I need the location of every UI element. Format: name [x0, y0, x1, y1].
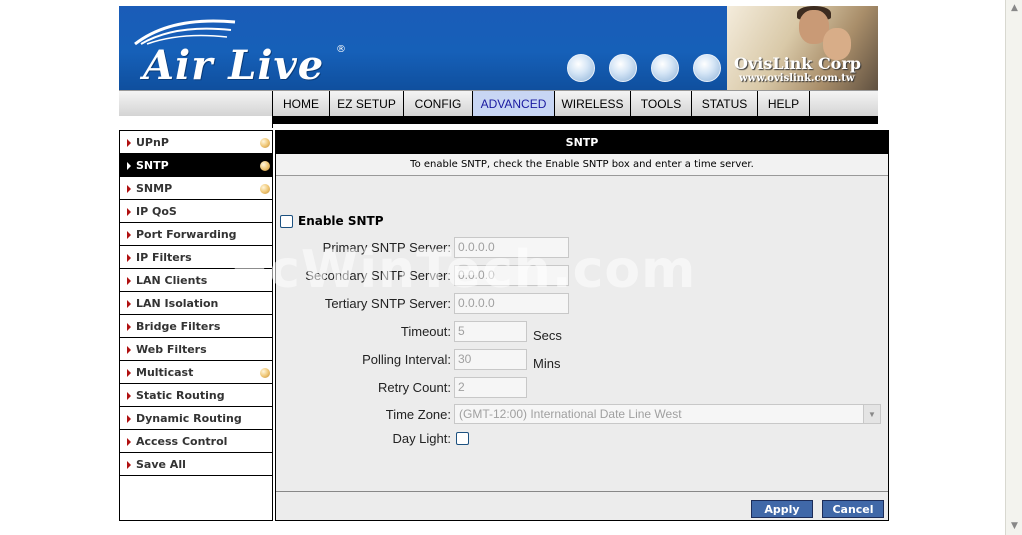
arrow-icon [127, 415, 131, 423]
tertiary-server-input[interactable]: 0.0.0.0 [454, 292, 569, 314]
enable-sntp-label: Enable SNTP [298, 214, 384, 228]
timezone-row: Time Zone: (GMT-12:00) International Dat… [276, 403, 881, 425]
primary-server-input[interactable]: 0.0.0.0 [454, 236, 569, 258]
page: Air Live ® OvisLink Corp www.ovislink.co… [0, 0, 1022, 535]
tab-status[interactable]: STATUS [692, 91, 758, 116]
daylight-label: Day Light: [392, 430, 451, 446]
status-dot-icon [260, 368, 270, 378]
globe-icon [609, 54, 637, 82]
arrow-icon [127, 231, 131, 239]
retry-input[interactable]: 2 [454, 376, 527, 398]
tab-ez-setup[interactable]: EZ SETUP [330, 91, 404, 116]
sidebar-item-ip-filters[interactable]: IP Filters [120, 246, 272, 269]
globe-icon [651, 54, 679, 82]
primary-server-label: Primary SNTP Server: [322, 239, 451, 255]
sidebar-item-snmp[interactable]: SNMP [120, 177, 272, 200]
scroll-up-icon[interactable]: ▲ [1008, 2, 1021, 15]
registered-mark: ® [336, 44, 346, 55]
company-name: OvisLink Corp [734, 54, 861, 73]
retry-row: Retry Count: 2 [276, 376, 527, 398]
arrow-icon [127, 277, 131, 285]
brand-logo: Air Live [143, 42, 325, 89]
polling-unit: Mins [533, 355, 561, 371]
arrow-icon [127, 346, 131, 354]
sidebar-item-static-routing[interactable]: Static Routing [120, 384, 272, 407]
sidebar-item-dynamic-routing[interactable]: Dynamic Routing [120, 407, 272, 430]
arrow-icon [127, 139, 131, 147]
timeout-row: Timeout: 5 Secs [276, 320, 562, 343]
timeout-input[interactable]: 5 [454, 320, 527, 342]
action-bar: Apply Cancel [276, 491, 888, 520]
primary-server-row: Primary SNTP Server: 0.0.0.0 [276, 236, 569, 258]
timezone-value: (GMT-12:00) International Date Line West [459, 407, 682, 421]
apply-button[interactable]: Apply [751, 500, 813, 518]
tab-wireless[interactable]: WIRELESS [555, 91, 631, 116]
window-scrollbar[interactable]: ▲ ▼ [1005, 0, 1022, 535]
tab-help[interactable]: HELP [758, 91, 810, 116]
tab-tools[interactable]: TOOLS [631, 91, 692, 116]
secondary-server-row: Secondary SNTP Server: 0.0.0.0 [276, 264, 569, 286]
globe-icon [693, 54, 721, 82]
sidebar-item-port-forwarding[interactable]: Port Forwarding [120, 223, 272, 246]
polling-label: Polling Interval: [362, 351, 451, 367]
secondary-server-label: Secondary SNTP Server: [305, 267, 451, 283]
arrow-icon [127, 461, 131, 469]
sidebar-item-bridge-filters[interactable]: Bridge Filters [120, 315, 272, 338]
tab-home[interactable]: HOME [273, 91, 330, 116]
enable-sntp-row: Enable SNTP [280, 214, 384, 228]
status-dot-icon [260, 161, 270, 171]
arrow-icon [127, 438, 131, 446]
tertiary-server-label: Tertiary SNTP Server: [324, 295, 451, 311]
arrow-icon [127, 162, 131, 170]
arrow-icon [127, 208, 131, 216]
cancel-button[interactable]: Cancel [822, 500, 884, 518]
header-banner: Air Live ® OvisLink Corp www.ovislink.co… [119, 6, 878, 90]
sidebar-item-lan-isolation[interactable]: LAN Isolation [120, 292, 272, 315]
chevron-down-icon[interactable]: ▼ [863, 405, 880, 423]
retry-label: Retry Count: [378, 379, 451, 395]
sidebar: UPnP SNTP SNMP IP QoS Port Forwarding IP… [119, 130, 273, 521]
tab-config[interactable]: CONFIG [404, 91, 473, 116]
daylight-row: Day Light: [276, 427, 469, 449]
timezone-label: Time Zone: [385, 406, 451, 422]
sntp-panel: SNTP To enable SNTP, check the Enable SN… [275, 130, 889, 521]
status-dot-icon [260, 138, 270, 148]
timeout-label: Timeout: [400, 323, 451, 339]
arrow-icon [127, 323, 131, 331]
sidebar-item-multicast[interactable]: Multicast [120, 361, 272, 384]
sidebar-item-web-filters[interactable]: Web Filters [120, 338, 272, 361]
scroll-down-icon[interactable]: ▼ [1008, 520, 1021, 533]
timeout-unit: Secs [533, 327, 562, 343]
top-nav: HOME EZ SETUP CONFIG ADVANCED WIRELESS T… [119, 90, 878, 116]
polling-row: Polling Interval: 30 Mins [276, 348, 561, 371]
secondary-server-input[interactable]: 0.0.0.0 [454, 264, 569, 286]
sidebar-item-lan-clients[interactable]: LAN Clients [120, 269, 272, 292]
sidebar-item-sntp[interactable]: SNTP [120, 154, 272, 177]
daylight-checkbox[interactable] [456, 431, 469, 445]
sidebar-item-access-control[interactable]: Access Control [120, 430, 272, 453]
tertiary-server-row: Tertiary SNTP Server: 0.0.0.0 [276, 292, 569, 314]
page-title: SNTP [276, 131, 888, 154]
arrow-icon [127, 185, 131, 193]
tab-advanced[interactable]: ADVANCED [473, 91, 555, 116]
sidebar-item-ip-qos[interactable]: IP QoS [120, 200, 272, 223]
sidebar-item-upnp[interactable]: UPnP [120, 131, 272, 154]
arrow-icon [127, 369, 131, 377]
status-dot-icon [260, 184, 270, 194]
timezone-select[interactable]: (GMT-12:00) International Date Line West… [454, 404, 881, 424]
page-description: To enable SNTP, check the Enable SNTP bo… [276, 154, 888, 176]
enable-sntp-checkbox[interactable] [280, 214, 293, 228]
arrow-icon [127, 300, 131, 308]
globe-icon [567, 54, 595, 82]
sidebar-item-save-all[interactable]: Save All [120, 453, 272, 476]
company-url: www.ovislink.com.tw [739, 73, 855, 84]
arrow-icon [127, 392, 131, 400]
polling-input[interactable]: 30 [454, 348, 527, 370]
arrow-icon [127, 254, 131, 262]
